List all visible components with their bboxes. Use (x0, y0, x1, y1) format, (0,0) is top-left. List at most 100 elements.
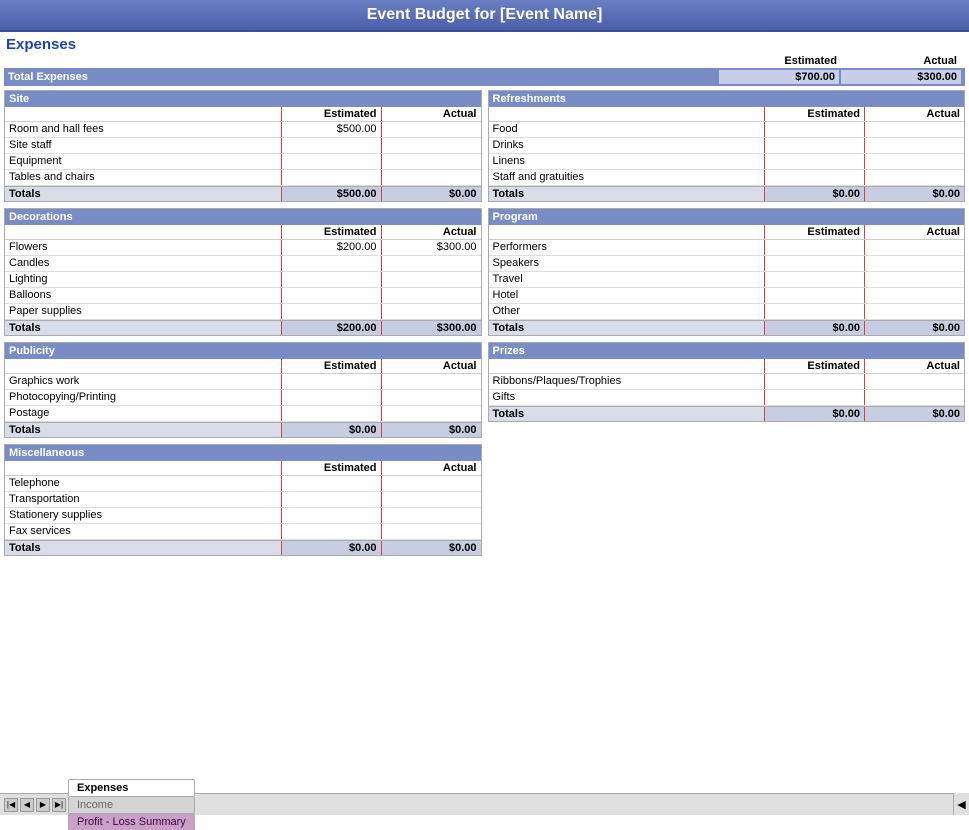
row-estimated[interactable] (281, 256, 381, 271)
row-actual[interactable] (381, 138, 481, 153)
row-estimated[interactable] (281, 154, 381, 169)
row-estimated[interactable] (281, 524, 381, 539)
row-label: Photocopying/Printing (5, 390, 281, 405)
row-label: Graphics work (5, 374, 281, 389)
row-actual[interactable] (381, 406, 481, 421)
row-estimated[interactable] (764, 122, 864, 137)
row-actual[interactable] (381, 304, 481, 319)
row-actual[interactable] (864, 390, 964, 405)
row-estimated[interactable] (764, 240, 864, 255)
row-estimated[interactable] (764, 304, 864, 319)
tab-expenses[interactable]: Expenses (68, 779, 195, 796)
table-row: Linens (489, 154, 965, 170)
col-estimated-label: Estimated (281, 107, 381, 121)
tab-nav-first[interactable]: |◀ (4, 798, 18, 812)
row-actual[interactable] (864, 256, 964, 271)
row-actual[interactable]: $300.00 (381, 240, 481, 255)
row-estimated[interactable] (764, 390, 864, 405)
row-estimated[interactable] (281, 406, 381, 421)
row-actual[interactable] (381, 508, 481, 523)
section-header-site: Site (5, 91, 481, 107)
row-label: Transportation (5, 492, 281, 507)
row-actual[interactable] (864, 138, 964, 153)
row-estimated[interactable] (281, 170, 381, 185)
row-actual[interactable] (864, 288, 964, 303)
row-actual[interactable] (381, 374, 481, 389)
row-estimated[interactable] (281, 492, 381, 507)
row-actual[interactable] (381, 524, 481, 539)
row-actual[interactable] (381, 122, 481, 137)
tab-income[interactable]: Income (68, 796, 195, 813)
tab-nav-last[interactable]: ▶| (52, 798, 66, 812)
col-headers-program: Estimated Actual (489, 225, 965, 240)
row-estimated[interactable] (281, 288, 381, 303)
row-actual[interactable] (864, 272, 964, 287)
tab-profit---loss-summary[interactable]: Profit - Loss Summary (68, 813, 195, 830)
row-actual[interactable] (864, 304, 964, 319)
row-estimated[interactable] (281, 138, 381, 153)
row-estimated[interactable] (764, 170, 864, 185)
totals-actual: $0.00 (864, 187, 964, 201)
row-estimated[interactable] (281, 272, 381, 287)
row-estimated[interactable] (764, 272, 864, 287)
row-label: Linens (489, 154, 765, 169)
row-estimated[interactable] (764, 374, 864, 389)
row-actual[interactable] (381, 390, 481, 405)
row-actual[interactable] (381, 170, 481, 185)
totals-label: Totals (5, 187, 281, 201)
row-actual[interactable] (864, 154, 964, 169)
left-column: Site Estimated Actual Room and hall fees… (4, 90, 482, 562)
totals-row-decorations: Totals $200.00 $300.00 (5, 320, 481, 335)
row-estimated[interactable] (281, 390, 381, 405)
row-estimated[interactable]: $500.00 (281, 122, 381, 137)
row-estimated[interactable] (281, 508, 381, 523)
table-row: Ribbons/Plaques/Trophies (489, 374, 965, 390)
table-row: Room and hall fees $500.00 (5, 122, 481, 138)
col-label-spacer (5, 225, 281, 239)
totals-label: Totals (489, 187, 765, 201)
row-actual[interactable] (381, 288, 481, 303)
row-label: Performers (489, 240, 765, 255)
col-label-spacer (489, 107, 765, 121)
row-actual[interactable] (864, 122, 964, 137)
row-actual[interactable] (381, 272, 481, 287)
row-estimated[interactable] (281, 476, 381, 491)
row-label: Speakers (489, 256, 765, 271)
totals-actual: $0.00 (864, 321, 964, 335)
col-headers-miscellaneous: Estimated Actual (5, 461, 481, 476)
scrollbar-right[interactable]: ◀ (953, 793, 969, 815)
totals-row-site: Totals $500.00 $0.00 (5, 186, 481, 201)
table-row: Performers (489, 240, 965, 256)
col-label-spacer (489, 359, 765, 373)
section-miscellaneous: Miscellaneous Estimated Actual Telephone… (4, 444, 482, 556)
row-label: Other (489, 304, 765, 319)
row-estimated[interactable] (764, 138, 864, 153)
row-actual[interactable] (381, 476, 481, 491)
row-estimated[interactable]: $200.00 (281, 240, 381, 255)
col-actual-label: Actual (381, 225, 481, 239)
row-actual[interactable] (381, 154, 481, 169)
table-row: Stationery supplies (5, 508, 481, 524)
row-label: Tables and chairs (5, 170, 281, 185)
row-estimated[interactable] (764, 288, 864, 303)
tab-nav-next[interactable]: ▶ (36, 798, 50, 812)
row-actual[interactable] (864, 240, 964, 255)
row-estimated[interactable] (764, 154, 864, 169)
row-actual[interactable] (864, 170, 964, 185)
row-estimated[interactable] (281, 374, 381, 389)
table-row: Speakers (489, 256, 965, 272)
row-actual[interactable] (381, 492, 481, 507)
row-label: Drinks (489, 138, 765, 153)
row-label: Site staff (5, 138, 281, 153)
row-actual[interactable] (381, 256, 481, 271)
total-expenses-label: Total Expenses (8, 71, 717, 83)
section-site: Site Estimated Actual Room and hall fees… (4, 90, 482, 202)
table-row: Site staff (5, 138, 481, 154)
row-estimated[interactable] (764, 256, 864, 271)
tab-nav-prev[interactable]: ◀ (20, 798, 34, 812)
row-estimated[interactable] (281, 304, 381, 319)
row-actual[interactable] (864, 374, 964, 389)
total-expenses-bar: Total Expenses $700.00 $300.00 (4, 68, 965, 86)
totals-estimated: $0.00 (764, 407, 864, 421)
row-label: Lighting (5, 272, 281, 287)
